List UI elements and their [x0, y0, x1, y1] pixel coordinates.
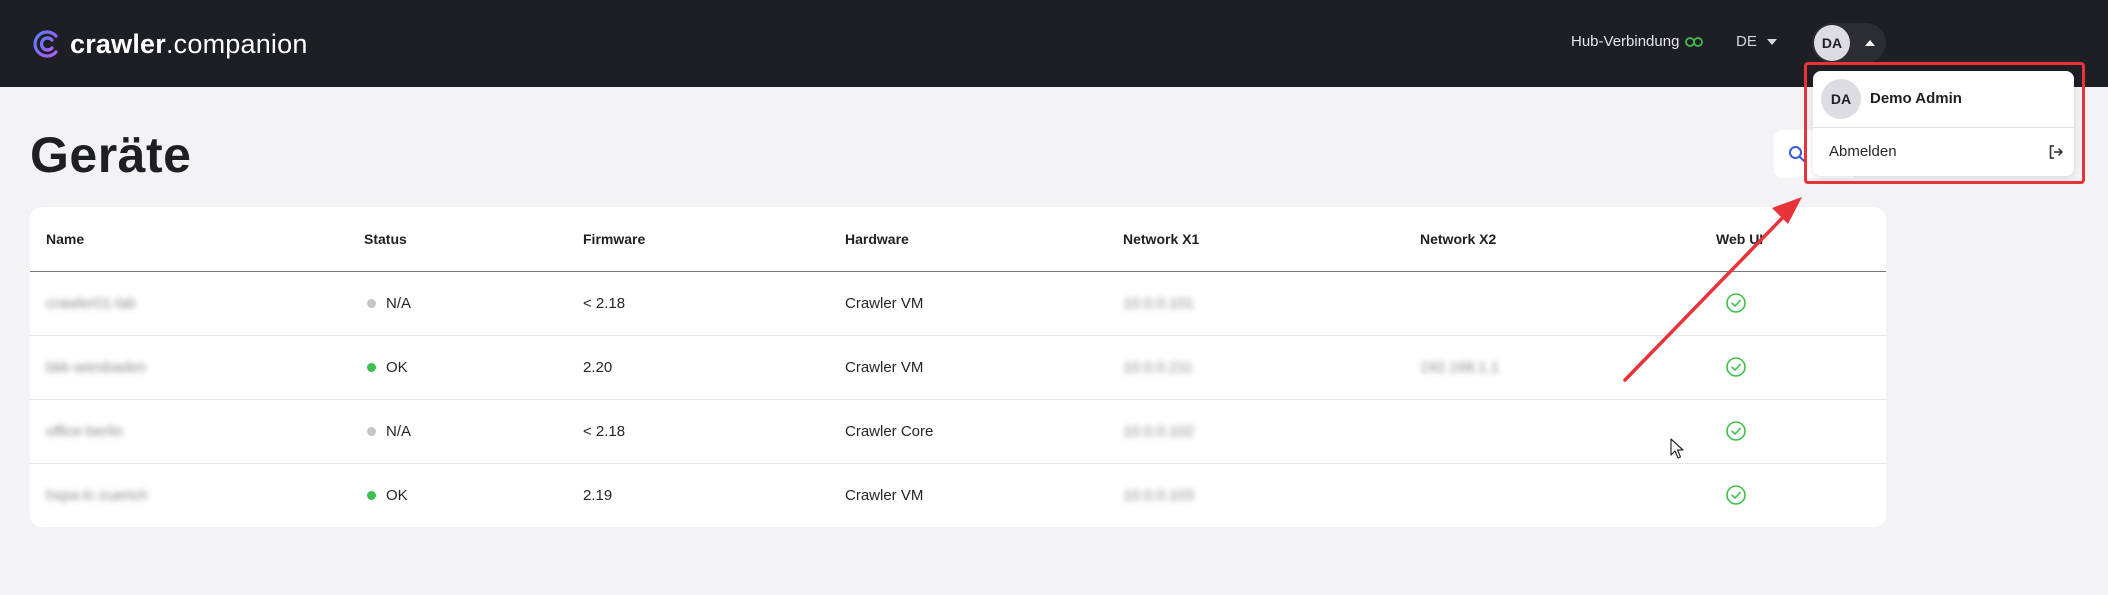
table-row[interactable]: crawler01-lab N/A < 2.18 Crawler VM 10.0… [30, 272, 1886, 336]
chevron-down-icon [1766, 38, 1777, 45]
device-hardware: Crawler VM [845, 295, 924, 312]
hub-connection-link[interactable]: Hub-Verbindung [1571, 33, 1704, 50]
column-header-name[interactable]: Name [46, 231, 84, 247]
device-status: N/A [367, 423, 411, 440]
status-label: OK [386, 359, 408, 376]
web-ui-check-icon[interactable] [1725, 292, 1747, 314]
status-dot-na [367, 427, 376, 436]
annotation-highlight-box [1804, 62, 2085, 184]
device-network-x1: 10.0.0.103 [1123, 487, 1194, 504]
column-header-network-x2[interactable]: Network X2 [1420, 231, 1496, 247]
device-name[interactable]: hspa-lc-zuerich [46, 487, 148, 504]
device-firmware: < 2.18 [583, 295, 626, 312]
device-name[interactable]: crawler01-lab [46, 295, 136, 312]
table-header: Name Status Firmware Hardware Network X1… [30, 207, 1886, 272]
device-firmware: 2.19 [583, 487, 613, 504]
device-network-x1: 10.0.0.102 [1123, 423, 1194, 440]
device-status: OK [367, 487, 408, 504]
language-label: DE [1736, 33, 1757, 50]
column-header-firmware[interactable]: Firmware [583, 231, 645, 247]
device-name[interactable]: office-berlin [46, 423, 123, 440]
avatar: DA [1814, 25, 1850, 61]
crawler-logo-icon [33, 30, 58, 58]
status-label: OK [386, 487, 408, 504]
hub-connection-label: Hub-Verbindung [1571, 33, 1680, 50]
status-dot-ok [367, 363, 376, 372]
device-firmware: < 2.18 [583, 423, 626, 440]
devices-table: Name Status Firmware Hardware Network X1… [30, 207, 1886, 527]
status-label: N/A [386, 423, 412, 440]
device-hardware: Crawler VM [845, 487, 924, 504]
web-ui-check-icon[interactable] [1725, 356, 1747, 378]
web-ui-check-icon[interactable] [1725, 484, 1747, 506]
device-firmware: 2.20 [583, 359, 613, 376]
status-label: N/A [386, 295, 412, 312]
link-icon [1685, 36, 1704, 47]
device-network-x1: 10.0.0.211 [1123, 359, 1193, 376]
column-header-network-x1[interactable]: Network X1 [1123, 231, 1199, 247]
device-network-x1: 10.0.0.101 [1123, 295, 1194, 312]
column-header-web-ui[interactable]: Web UI [1716, 231, 1763, 247]
top-navigation-bar: crawler.companion Hub-Verbindung DE DA [0, 0, 2108, 87]
table-row[interactable]: office-berlin N/A < 2.18 Crawler Core 10… [30, 400, 1886, 464]
device-network-x2: 192.168.1.1 [1420, 359, 1500, 376]
mouse-cursor-icon [1670, 438, 1684, 459]
device-hardware: Crawler VM [845, 359, 924, 376]
device-name[interactable]: bkk-wiesbaden [46, 359, 146, 376]
table-row[interactable]: hspa-lc-zuerich OK 2.19 Crawler VM 10.0.… [30, 464, 1886, 527]
brand-name: crawler.companion [70, 28, 308, 59]
device-status: N/A [367, 295, 411, 312]
language-selector[interactable]: DE [1736, 33, 1777, 50]
user-menu-toggle[interactable]: DA [1812, 23, 1886, 63]
web-ui-check-icon[interactable] [1725, 420, 1747, 442]
device-status: OK [367, 359, 408, 376]
app-logo[interactable]: crawler.companion [30, 28, 308, 60]
status-dot-ok [367, 491, 376, 500]
column-header-hardware[interactable]: Hardware [845, 231, 909, 247]
chevron-up-icon [1865, 40, 1875, 46]
column-header-status[interactable]: Status [364, 231, 407, 247]
status-dot-na [367, 299, 376, 308]
page-title: Geräte [30, 127, 192, 183]
table-row[interactable]: bkk-wiesbaden OK 2.20 Crawler VM 10.0.0.… [30, 336, 1886, 400]
device-hardware: Crawler Core [845, 423, 934, 440]
